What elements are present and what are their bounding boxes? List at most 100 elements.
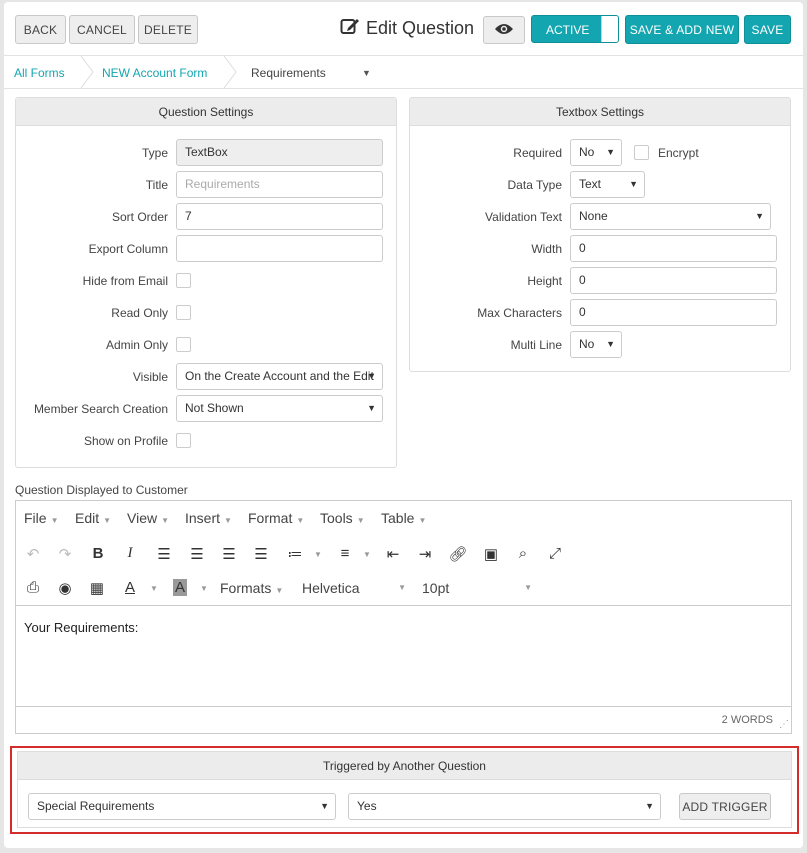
height-label: Height: [527, 274, 562, 288]
member-search-label: Member Search Creation: [33, 402, 168, 416]
export-column-input[interactable]: [176, 235, 383, 262]
align-left-icon[interactable]: ☰: [154, 545, 174, 563]
add-trigger-button[interactable]: ADD TRIGGER: [679, 793, 771, 820]
font-family-dropdown[interactable]: Helvetica ▼: [302, 580, 406, 596]
data-type-select-value: Text: [579, 177, 602, 191]
align-center-icon[interactable]: ☰: [187, 545, 207, 563]
menu-edit[interactable]: Edit ▼: [75, 510, 111, 526]
hide-from-email-checkbox[interactable]: [176, 273, 191, 288]
align-right-icon[interactable]: ☰: [219, 545, 239, 563]
print-icon[interactable]: ⎙: [23, 579, 43, 596]
bold-icon[interactable]: B: [88, 545, 108, 562]
editor-content-area[interactable]: Your Requirements:: [16, 605, 791, 707]
chevron-down-icon: ▼: [161, 516, 170, 525]
data-type-select[interactable]: Text: [570, 171, 645, 198]
data-type-label: Data Type: [507, 178, 562, 192]
admin-only-checkbox[interactable]: [176, 337, 191, 352]
resize-handle-icon[interactable]: ⋰: [779, 719, 789, 730]
menu-file[interactable]: File ▼: [24, 510, 58, 526]
menu-tools[interactable]: Tools ▼: [320, 510, 365, 526]
align-justify-icon[interactable]: ☰: [251, 545, 271, 563]
chevron-down-icon[interactable]: ▼: [200, 584, 208, 593]
toggle-knob: [601, 16, 618, 42]
word-count: 2 WORDS: [721, 714, 773, 726]
encrypt-label: Encrypt: [658, 146, 699, 160]
redo-icon[interactable]: ↷: [55, 545, 75, 563]
multi-line-select-value: No: [579, 337, 595, 351]
member-search-select[interactable]: Not Shown: [176, 395, 383, 422]
type-field: TextBox: [176, 139, 383, 166]
title-label: Title: [145, 178, 168, 192]
background-color-icon[interactable]: A: [170, 579, 190, 596]
link-icon[interactable]: 🔗︎: [448, 545, 468, 563]
chevron-down-icon: ▼: [524, 583, 532, 592]
file-browse-icon[interactable]: ⌕: [513, 545, 533, 562]
menu-view[interactable]: View ▼: [127, 510, 169, 526]
numbered-list-icon[interactable]: ≡: [335, 545, 355, 562]
image-icon[interactable]: ▣: [481, 545, 501, 563]
text-color-icon[interactable]: A: [120, 579, 140, 596]
validation-text-select[interactable]: None: [570, 203, 771, 230]
visible-select-value: On the Create Account and the Edit: [185, 369, 374, 383]
height-input[interactable]: 0: [570, 267, 777, 294]
back-button[interactable]: BACK: [15, 15, 66, 44]
hide-from-email-label: Hide from Email: [82, 274, 168, 288]
chevron-down-icon: ▼: [398, 583, 406, 592]
max-characters-label: Max Characters: [477, 306, 562, 320]
menu-edit-label: Edit: [75, 510, 100, 526]
bullet-list-icon[interactable]: ≔: [285, 545, 305, 563]
chevron-down-icon[interactable]: ▼: [314, 550, 322, 559]
active-toggle[interactable]: ACTIVE: [531, 15, 619, 43]
multi-line-label: Multi Line: [510, 338, 562, 352]
cancel-button[interactable]: CANCEL: [69, 15, 135, 44]
menu-table[interactable]: Table ▼: [381, 510, 426, 526]
encrypt-checkbox[interactable]: [634, 145, 649, 160]
media-icon[interactable]: ▦: [87, 579, 107, 597]
editor-label: Question Displayed to Customer: [15, 483, 188, 497]
trigger-section: Triggered by Another Question Special Re…: [10, 746, 799, 834]
required-select[interactable]: No: [570, 139, 622, 166]
width-label: Width: [531, 242, 562, 256]
menu-format[interactable]: Format ▼: [248, 510, 304, 526]
font-size-dropdown[interactable]: 10pt ▼: [422, 580, 532, 596]
trigger-answer-select-value: Yes: [357, 799, 377, 813]
outdent-icon[interactable]: ⇤: [383, 545, 403, 563]
save-button[interactable]: SAVE: [744, 15, 791, 44]
menu-file-label: File: [24, 510, 47, 526]
menu-tools-label: Tools: [320, 510, 353, 526]
breadcrumb: All Forms NEW Account Form Requirements …: [4, 55, 803, 89]
indent-icon[interactable]: ⇥: [415, 545, 435, 563]
chevron-down-icon[interactable]: ▼: [363, 550, 371, 559]
formats-dropdown[interactable]: Formats ▼: [220, 580, 283, 596]
preview-icon[interactable]: ◉: [55, 579, 75, 597]
menu-insert-label: Insert: [185, 510, 221, 526]
trigger-question-select[interactable]: Special Requirements: [28, 793, 336, 820]
breadcrumb-dropdown-icon[interactable]: ▼: [362, 68, 371, 78]
sort-order-input[interactable]: 7: [176, 203, 383, 230]
fullscreen-icon[interactable]: ⤢: [545, 545, 565, 562]
breadcrumb-current[interactable]: Requirements: [251, 66, 326, 80]
breadcrumb-account-form[interactable]: NEW Account Form: [102, 66, 207, 80]
read-only-checkbox[interactable]: [176, 305, 191, 320]
chevron-down-icon: ▼: [275, 586, 284, 595]
visible-label: Visible: [132, 370, 168, 384]
breadcrumb-all-forms[interactable]: All Forms: [14, 66, 65, 80]
font-size-label: 10pt: [422, 580, 450, 596]
max-characters-input[interactable]: 0: [570, 299, 777, 326]
show-on-profile-checkbox[interactable]: [176, 433, 191, 448]
width-input[interactable]: 0: [570, 235, 777, 262]
chevron-down-icon[interactable]: ▼: [150, 584, 158, 593]
visible-select[interactable]: On the Create Account and the Edit: [176, 363, 383, 390]
validation-text-label: Validation Text: [485, 210, 562, 224]
title-input[interactable]: Requirements: [176, 171, 383, 198]
save-and-add-new-button[interactable]: SAVE & ADD NEW: [625, 15, 739, 44]
undo-icon[interactable]: ↶: [23, 545, 43, 563]
preview-button[interactable]: [483, 16, 525, 44]
multi-line-select[interactable]: No: [570, 331, 622, 358]
page-title-group: Edit Question: [340, 17, 474, 40]
menu-table-label: Table: [381, 510, 415, 526]
italic-icon[interactable]: I: [120, 545, 140, 562]
menu-insert[interactable]: Insert ▼: [185, 510, 232, 526]
delete-button[interactable]: DELETE: [138, 15, 198, 44]
trigger-answer-select[interactable]: Yes: [348, 793, 661, 820]
